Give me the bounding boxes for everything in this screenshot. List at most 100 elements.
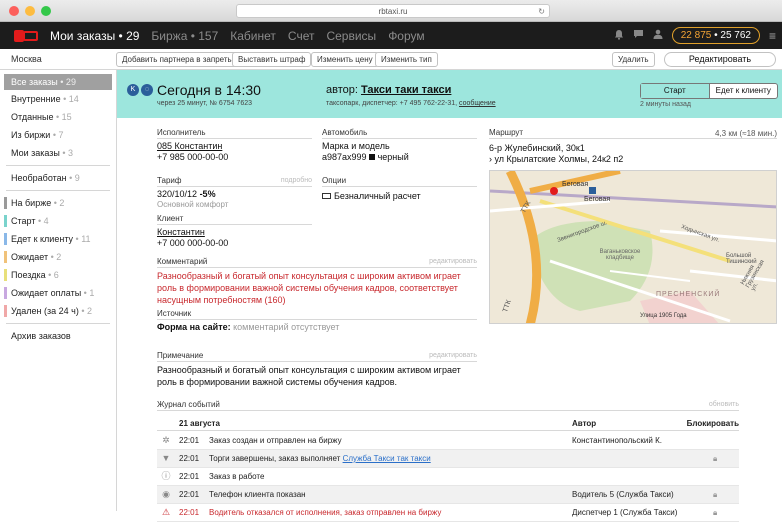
edit-comment-link[interactable]: редактировать	[429, 258, 477, 265]
car-color: черный	[377, 152, 409, 162]
lock-icon[interactable]: 🔒︎	[713, 454, 717, 464]
change-type-button[interactable]: Изменить тип	[375, 52, 438, 67]
nav-services[interactable]: Сервисы	[326, 29, 376, 43]
minimize-window-button[interactable]	[25, 6, 35, 16]
sidebar-item-label: Поездка	[11, 270, 46, 280]
sidebar-item-waiting[interactable]: Ожидает • 2	[0, 248, 116, 266]
issue-fine-button[interactable]: Выставить штраф	[232, 52, 312, 67]
order-header: K ◌ Сегодня в 14:30 через 25 минут, № 67…	[117, 70, 782, 118]
sidebar-item-label: Отданные	[11, 112, 54, 122]
executor-label: Исполнитель	[157, 128, 312, 139]
nav-cabinet[interactable]: Кабинет	[230, 29, 276, 43]
sidebar-item-internal[interactable]: Внутренние • 14	[0, 90, 116, 108]
nav-exchange[interactable]: Биржа • 157	[151, 29, 218, 43]
option-cashless: Безналичный расчет	[322, 191, 421, 201]
status-start-button[interactable]: Старт	[641, 84, 710, 98]
options-label: Опции	[322, 176, 477, 187]
close-window-button[interactable]	[9, 6, 19, 16]
client-phone: +7 000 000-00-00	[157, 238, 229, 248]
city-label[interactable]: Москва	[11, 54, 42, 64]
status-going-button[interactable]: Едет к клиенту	[710, 84, 778, 98]
label-text: Примечание	[157, 351, 204, 360]
journal-event: Торги завершены, заказ выполняет Служба …	[209, 454, 431, 463]
sidebar: Все заказы • 29 Внутренние • 14 Отданные…	[0, 70, 117, 511]
journal-label: Журнал событий обновить	[157, 400, 739, 411]
author-link[interactable]: Такси таки такси	[361, 84, 451, 96]
journal-time: 22:01	[179, 436, 200, 445]
sidebar-item-label: Из биржи	[11, 130, 51, 140]
note-text: Разнообразный и богатый опыт консультаци…	[157, 365, 461, 387]
edit-note-link[interactable]: редактировать	[429, 352, 477, 359]
route-to: › ул Крылатские Холмы, 24к2 п2	[489, 154, 623, 164]
edit-button[interactable]: Редактировать	[664, 52, 776, 67]
sidebar-item-on-exchange[interactable]: На бирже • 2	[0, 194, 116, 212]
tariff-value: 320/10/12 -5%	[157, 189, 216, 199]
label-text: Комментарий	[157, 257, 208, 266]
add-partner-ban-button[interactable]: Добавить партнера в запреты	[116, 52, 240, 67]
client-link[interactable]: Константин	[157, 227, 205, 237]
sidebar-item-count: • 2	[48, 252, 62, 262]
route-map[interactable]: ТТК Беговая Беговая Ваганьковское кладби…	[489, 170, 777, 324]
color-swatch-icon	[369, 154, 376, 160]
journal-row: ⚠ 22:01 Водитель отказался от исполнения…	[157, 504, 739, 522]
address-bar[interactable]: rbtaxi.ru ↻	[236, 4, 550, 18]
balance-main: 22 875	[680, 30, 712, 41]
source-label: Источник	[157, 309, 477, 320]
url-text: rbtaxi.ru	[378, 7, 408, 16]
executor-link[interactable]: 085 Константин	[157, 141, 222, 151]
sidebar-item-unprocessed[interactable]: Необработан • 9	[0, 169, 116, 187]
journal-row: ✲ 22:01 Заказ создан и отправлен на бирж…	[157, 432, 739, 450]
chat-icon[interactable]	[633, 29, 644, 42]
journal-time: 22:01	[179, 472, 200, 481]
railway-station-icon	[589, 187, 596, 194]
journal-event: Заказ в работе	[209, 472, 265, 481]
refresh-journal-link[interactable]: обновить	[709, 401, 739, 408]
sidebar-item-label: Мои заказы	[11, 148, 60, 158]
label-text: Журнал событий	[157, 400, 220, 409]
option-text: Безналичный расчет	[334, 191, 421, 201]
user-icon[interactable]	[653, 29, 663, 42]
nav-my-orders[interactable]: Мои заказы • 29	[50, 29, 139, 43]
journal-event: Заказ создан и отправлен на биржу	[209, 436, 342, 445]
balance-badge[interactable]: 22 875 • 25 762	[671, 27, 760, 44]
sidebar-item-start[interactable]: Старт • 4	[0, 212, 116, 230]
sidebar-item-my-orders[interactable]: Мои заказы • 3	[0, 144, 116, 162]
nav-forum[interactable]: Форум	[388, 29, 424, 43]
nav-account[interactable]: Счет	[288, 29, 315, 43]
sidebar-divider	[6, 323, 110, 324]
change-price-button[interactable]: Изменить цену	[311, 52, 379, 67]
journal-author: Диспетчер 1 (Служба Такси)	[572, 508, 678, 517]
reload-icon[interactable]: ↻	[538, 5, 545, 18]
message-link[interactable]: сообщение	[459, 100, 496, 107]
sidebar-item-trip[interactable]: Поездка • 6	[0, 266, 116, 284]
taxi-service-link[interactable]: Служба Такси так такси	[343, 454, 431, 463]
journal-block-col: Блокировать	[686, 419, 739, 428]
bell-icon[interactable]	[614, 29, 624, 43]
sidebar-item-archive[interactable]: Архив заказов	[0, 327, 116, 345]
zoom-window-button[interactable]	[41, 6, 51, 16]
delete-button[interactable]: Удалить	[612, 52, 655, 67]
eye-icon: ◉	[162, 489, 170, 499]
menu-icon[interactable]: ≡	[769, 29, 776, 43]
sidebar-item-count: • 4	[35, 216, 49, 226]
sidebar-item-awaiting-payment[interactable]: Ожидает оплаты • 1	[0, 284, 116, 302]
author-prefix: автор:	[326, 84, 361, 96]
sidebar-item-deleted[interactable]: Удален (за 24 ч) • 2	[0, 302, 116, 320]
lock-icon[interactable]: 🔒︎	[713, 508, 717, 518]
sidebar-item-all-orders[interactable]: Все заказы • 29	[4, 74, 112, 90]
sidebar-item-count: • 1	[81, 288, 95, 298]
browser-chrome: rbtaxi.ru ↻	[0, 0, 782, 22]
map-label-1905: Улица 1905 Года	[640, 313, 687, 319]
sidebar-item-given[interactable]: Отданные • 15	[0, 108, 116, 126]
sidebar-item-going-to-client[interactable]: Едет к клиенту • 11	[0, 230, 116, 248]
sidebar-item-from-exchange[interactable]: Из биржи • 7	[0, 126, 116, 144]
top-navigation: Мои заказы • 29 Биржа • 157 Кабинет Счет…	[0, 22, 782, 49]
lock-icon[interactable]: 🔒︎	[713, 490, 717, 500]
tariff-details-link[interactable]: подробно	[281, 177, 312, 184]
journal-row: ⓘ 22:01 Заказ в работе	[157, 468, 739, 486]
route-from: 6-р Жулебинский, 30к1	[489, 143, 585, 153]
logo[interactable]	[14, 29, 38, 42]
status-switch: Старт Едет к клиенту	[640, 83, 778, 99]
journal-event: Водитель отказался от исполнения, заказ …	[209, 508, 442, 517]
journal-author: Константинопольский К.	[572, 436, 662, 445]
